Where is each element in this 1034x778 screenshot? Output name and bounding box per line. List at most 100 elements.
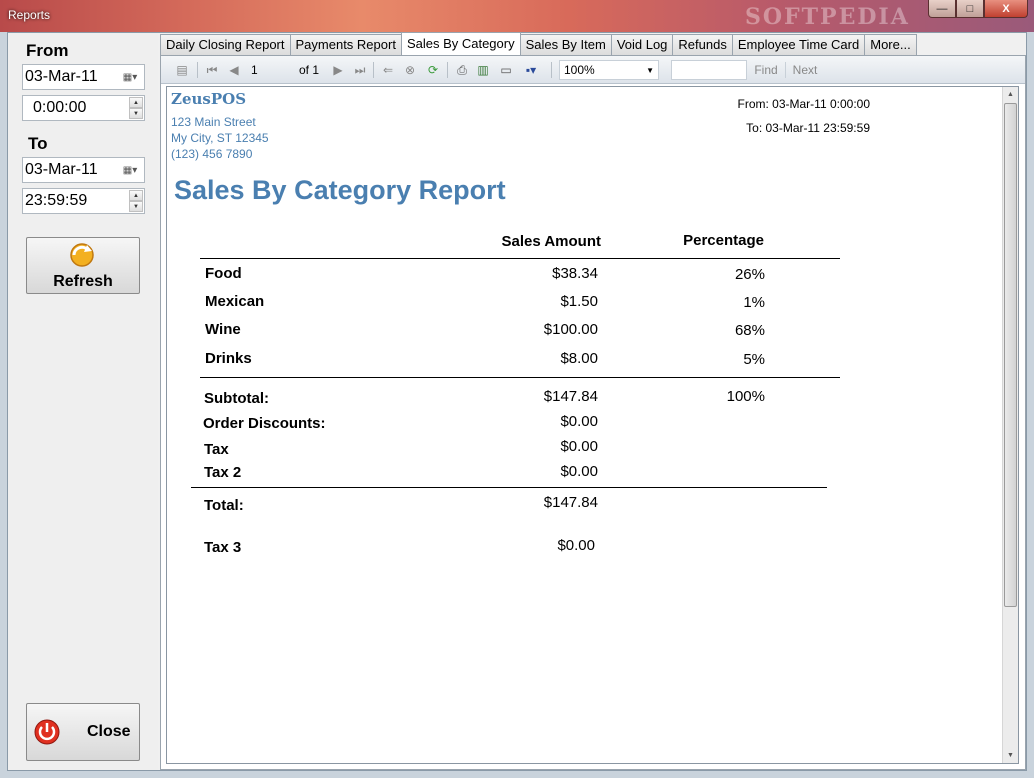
export-save-icon[interactable]: ▪▾: [519, 62, 543, 78]
from-time-field[interactable]: 0:00:00 ▲ ▼: [22, 95, 145, 121]
report-tabs: Daily Closing Report Payments Report Sal…: [160, 32, 917, 55]
tab-more[interactable]: More...: [864, 34, 917, 55]
maximize-button[interactable]: □: [956, 0, 984, 18]
tab-sales-by-item[interactable]: Sales By Item: [519, 34, 612, 55]
spin-down-icon[interactable]: ▼: [129, 108, 143, 119]
window-title: Reports: [8, 8, 51, 22]
zoom-value: 100%: [564, 63, 595, 77]
from-time-spinner[interactable]: ▲ ▼: [129, 97, 143, 119]
print-layout-icon[interactable]: ▥: [475, 62, 491, 78]
tax3-label: Tax 3: [204, 539, 242, 556]
total-label: Total:: [204, 497, 244, 514]
stop-icon[interactable]: ⊗: [403, 62, 417, 78]
minimize-button[interactable]: —: [928, 0, 956, 18]
category-percentage: 26%: [734, 266, 765, 283]
date-range-panel: From 03-Mar-11 ▦▾ 0:00:00 ▲ ▼ To 03-Mar-…: [8, 33, 158, 770]
subtotal-label: Subtotal:: [204, 390, 269, 407]
calendar-dropdown-icon[interactable]: ▦▾: [117, 66, 143, 88]
category-amount: $8.00: [560, 350, 598, 367]
order-discounts-label: Order Discounts:: [203, 415, 326, 432]
from-date-value: 03-Mar-11: [25, 68, 98, 85]
report-to-range: To: 03-Mar-11 23:59:59: [746, 121, 870, 135]
tax-label: Tax: [204, 441, 229, 458]
close-label: Close: [87, 723, 131, 740]
first-page-icon[interactable]: ⏮: [205, 62, 219, 78]
back-icon[interactable]: ⇐: [381, 62, 395, 78]
scroll-up-icon[interactable]: ▲: [1003, 87, 1018, 102]
watermark: SOFTPEDIA: [745, 4, 910, 30]
subtotal-percentage: 100%: [726, 388, 765, 405]
scroll-down-icon[interactable]: ▼: [1003, 748, 1018, 763]
category-name: Wine: [205, 321, 241, 338]
refresh-label: Refresh: [53, 273, 113, 290]
company-address1: 123 Main Street: [171, 115, 256, 129]
next-link[interactable]: Next: [789, 62, 821, 78]
category-percentage: 68%: [734, 322, 765, 339]
tab-payments-report[interactable]: Payments Report: [289, 34, 402, 55]
refresh-report-icon[interactable]: ⟳: [425, 62, 441, 78]
total-amount: $147.84: [543, 494, 598, 511]
last-page-icon[interactable]: ⏭: [353, 62, 367, 78]
refresh-icon: [70, 243, 94, 267]
tax2-amount: $0.00: [560, 463, 598, 480]
from-date-picker[interactable]: 03-Mar-11 ▦▾: [22, 64, 145, 90]
zoom-select[interactable]: 100% ▼: [559, 60, 659, 80]
tax2-label: Tax 2: [204, 464, 242, 481]
to-label: To: [28, 134, 48, 153]
tab-daily-closing-report[interactable]: Daily Closing Report: [160, 34, 291, 55]
tab-employee-time-card[interactable]: Employee Time Card: [731, 34, 866, 55]
category-amount: $100.00: [543, 321, 598, 338]
category-percentage: 5%: [743, 351, 765, 368]
column-header-sales: Sales Amount: [501, 233, 601, 250]
scrollbar-thumb[interactable]: [1004, 103, 1017, 607]
next-page-icon[interactable]: ▶: [331, 62, 345, 78]
category-name: Drinks: [205, 350, 252, 367]
subtotal-amount: $147.84: [543, 388, 598, 405]
chevron-down-icon: ▼: [646, 65, 654, 75]
report-viewer: ZeusPOS 123 Main Street My City, ST 1234…: [166, 86, 1019, 764]
tab-panel: ▤ ⏮ ◀ 1 of 1 ▶ ⏭ ⇐ ⊗ ⟳ ⎙ ▥ ▭ ▪▾ 100% ▼ F…: [160, 55, 1026, 770]
tab-void-log[interactable]: Void Log: [610, 34, 674, 55]
spin-up-icon[interactable]: ▲: [129, 97, 143, 108]
calendar-dropdown-icon[interactable]: ▦▾: [117, 159, 143, 181]
vertical-scrollbar[interactable]: ▲ ▼: [1002, 87, 1018, 763]
title-bar: Reports SOFTPEDIA — □ X: [0, 0, 1034, 32]
tax3-amount: $0.00: [557, 537, 595, 554]
column-header-percentage: Percentage: [683, 232, 764, 249]
find-link[interactable]: Find: [751, 62, 781, 78]
category-name: Mexican: [205, 293, 265, 310]
document-map-icon[interactable]: ▤: [173, 62, 191, 78]
tax-amount: $0.00: [560, 438, 598, 455]
order-discounts-amount: $0.00: [560, 413, 598, 430]
print-icon[interactable]: ⎙: [453, 62, 471, 78]
category-percentage: 1%: [743, 294, 765, 311]
to-time-field[interactable]: 23:59:59 ▲ ▼: [22, 188, 145, 214]
report-toolbar: ▤ ⏮ ◀ 1 of 1 ▶ ⏭ ⇐ ⊗ ⟳ ⎙ ▥ ▭ ▪▾ 100% ▼ F…: [161, 56, 1025, 84]
close-window-button[interactable]: X: [984, 0, 1028, 18]
from-label: From: [26, 41, 69, 60]
refresh-button[interactable]: Refresh: [26, 237, 140, 294]
to-date-picker[interactable]: 03-Mar-11 ▦▾: [22, 157, 145, 183]
to-time-spinner[interactable]: ▲ ▼: [129, 190, 143, 212]
previous-page-icon[interactable]: ◀: [227, 62, 241, 78]
category-amount: $38.34: [552, 265, 598, 282]
report-from-range: From: 03-Mar-11 0:00:00: [737, 97, 871, 111]
report-title: Sales By Category Report: [174, 175, 506, 205]
to-date-value: 03-Mar-11: [25, 161, 98, 178]
category-amount: $1.50: [560, 293, 598, 310]
spin-up-icon[interactable]: ▲: [129, 190, 143, 201]
page-number-input[interactable]: 1: [247, 60, 283, 80]
tab-refunds[interactable]: Refunds: [672, 34, 733, 55]
find-input[interactable]: [671, 60, 747, 80]
close-button[interactable]: Close: [26, 703, 140, 761]
to-time-value: 23:59:59: [25, 192, 88, 209]
category-name: Food: [205, 265, 242, 282]
window-client: From 03-Mar-11 ▦▾ 0:00:00 ▲ ▼ To 03-Mar-…: [7, 32, 1027, 771]
page-setup-icon[interactable]: ▭: [497, 62, 515, 78]
power-icon: [34, 719, 60, 745]
from-time-value: 0:00:00: [33, 99, 87, 116]
page-count: of 1: [298, 63, 319, 77]
spin-down-icon[interactable]: ▼: [129, 201, 143, 212]
tab-sales-by-category[interactable]: Sales By Category: [400, 32, 521, 55]
company-name: ZeusPOS: [171, 90, 247, 108]
